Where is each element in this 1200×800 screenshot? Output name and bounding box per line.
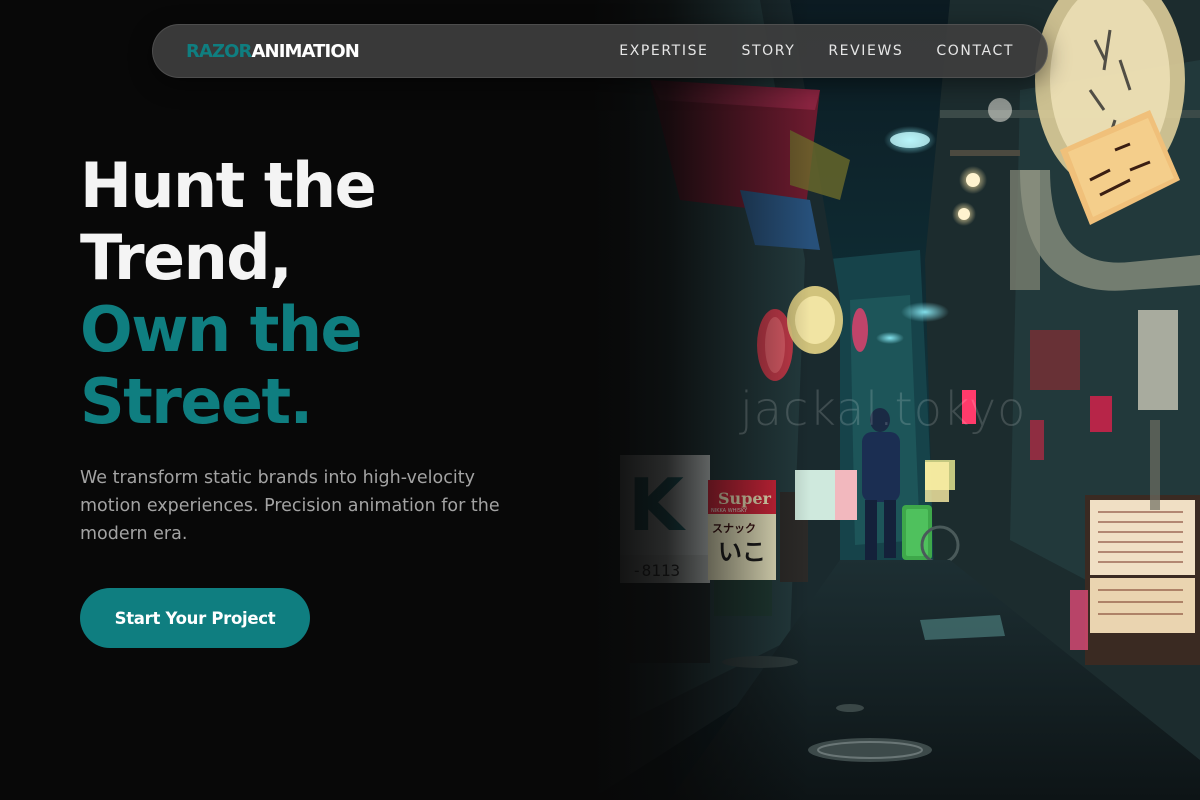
super-sign-text: Super — [718, 489, 772, 508]
image-watermark: jackal.tokyo — [740, 382, 1027, 436]
logo[interactable]: RAZORANIMATION — [186, 40, 360, 62]
logo-main-text: ANIMATION — [251, 40, 360, 62]
headline-line-2: Trend, — [80, 221, 293, 294]
k-sign-letter: K — [628, 463, 686, 547]
nav-link-story[interactable]: STORY — [742, 43, 796, 59]
hero-headline: Hunt the Trend, Own the Street. — [80, 149, 377, 438]
hero-subtext: We transform static brands into high-vel… — [80, 468, 500, 544]
headline-line-3: Own the — [80, 293, 363, 366]
headline-line-1: Hunt the — [80, 149, 377, 222]
nav-link-expertise[interactable]: EXPERTISE — [619, 43, 708, 59]
logo-accent-text: RAZOR — [186, 40, 252, 62]
phone-sign-text: -8113 — [632, 561, 680, 580]
snack-sign-text: スナック — [712, 522, 756, 535]
headline-line-4: Street. — [80, 365, 313, 438]
snack-sign-name: いこ — [718, 538, 766, 566]
super-sign-subtext: NIKKA WHISKY — [711, 508, 748, 514]
nav-link-contact[interactable]: CONTACT — [936, 43, 1014, 59]
navbar: RAZORANIMATION EXPERTISE STORY REVIEWS C… — [152, 24, 1048, 78]
nav-links: EXPERTISE STORY REVIEWS CONTACT — [619, 43, 1014, 59]
landing-page: K -8113 Super NIKKA WHISKY スナック いこ jacka… — [0, 0, 1200, 800]
nav-link-reviews[interactable]: REVIEWS — [828, 43, 903, 59]
start-project-button[interactable]: Start Your Project — [80, 588, 310, 648]
